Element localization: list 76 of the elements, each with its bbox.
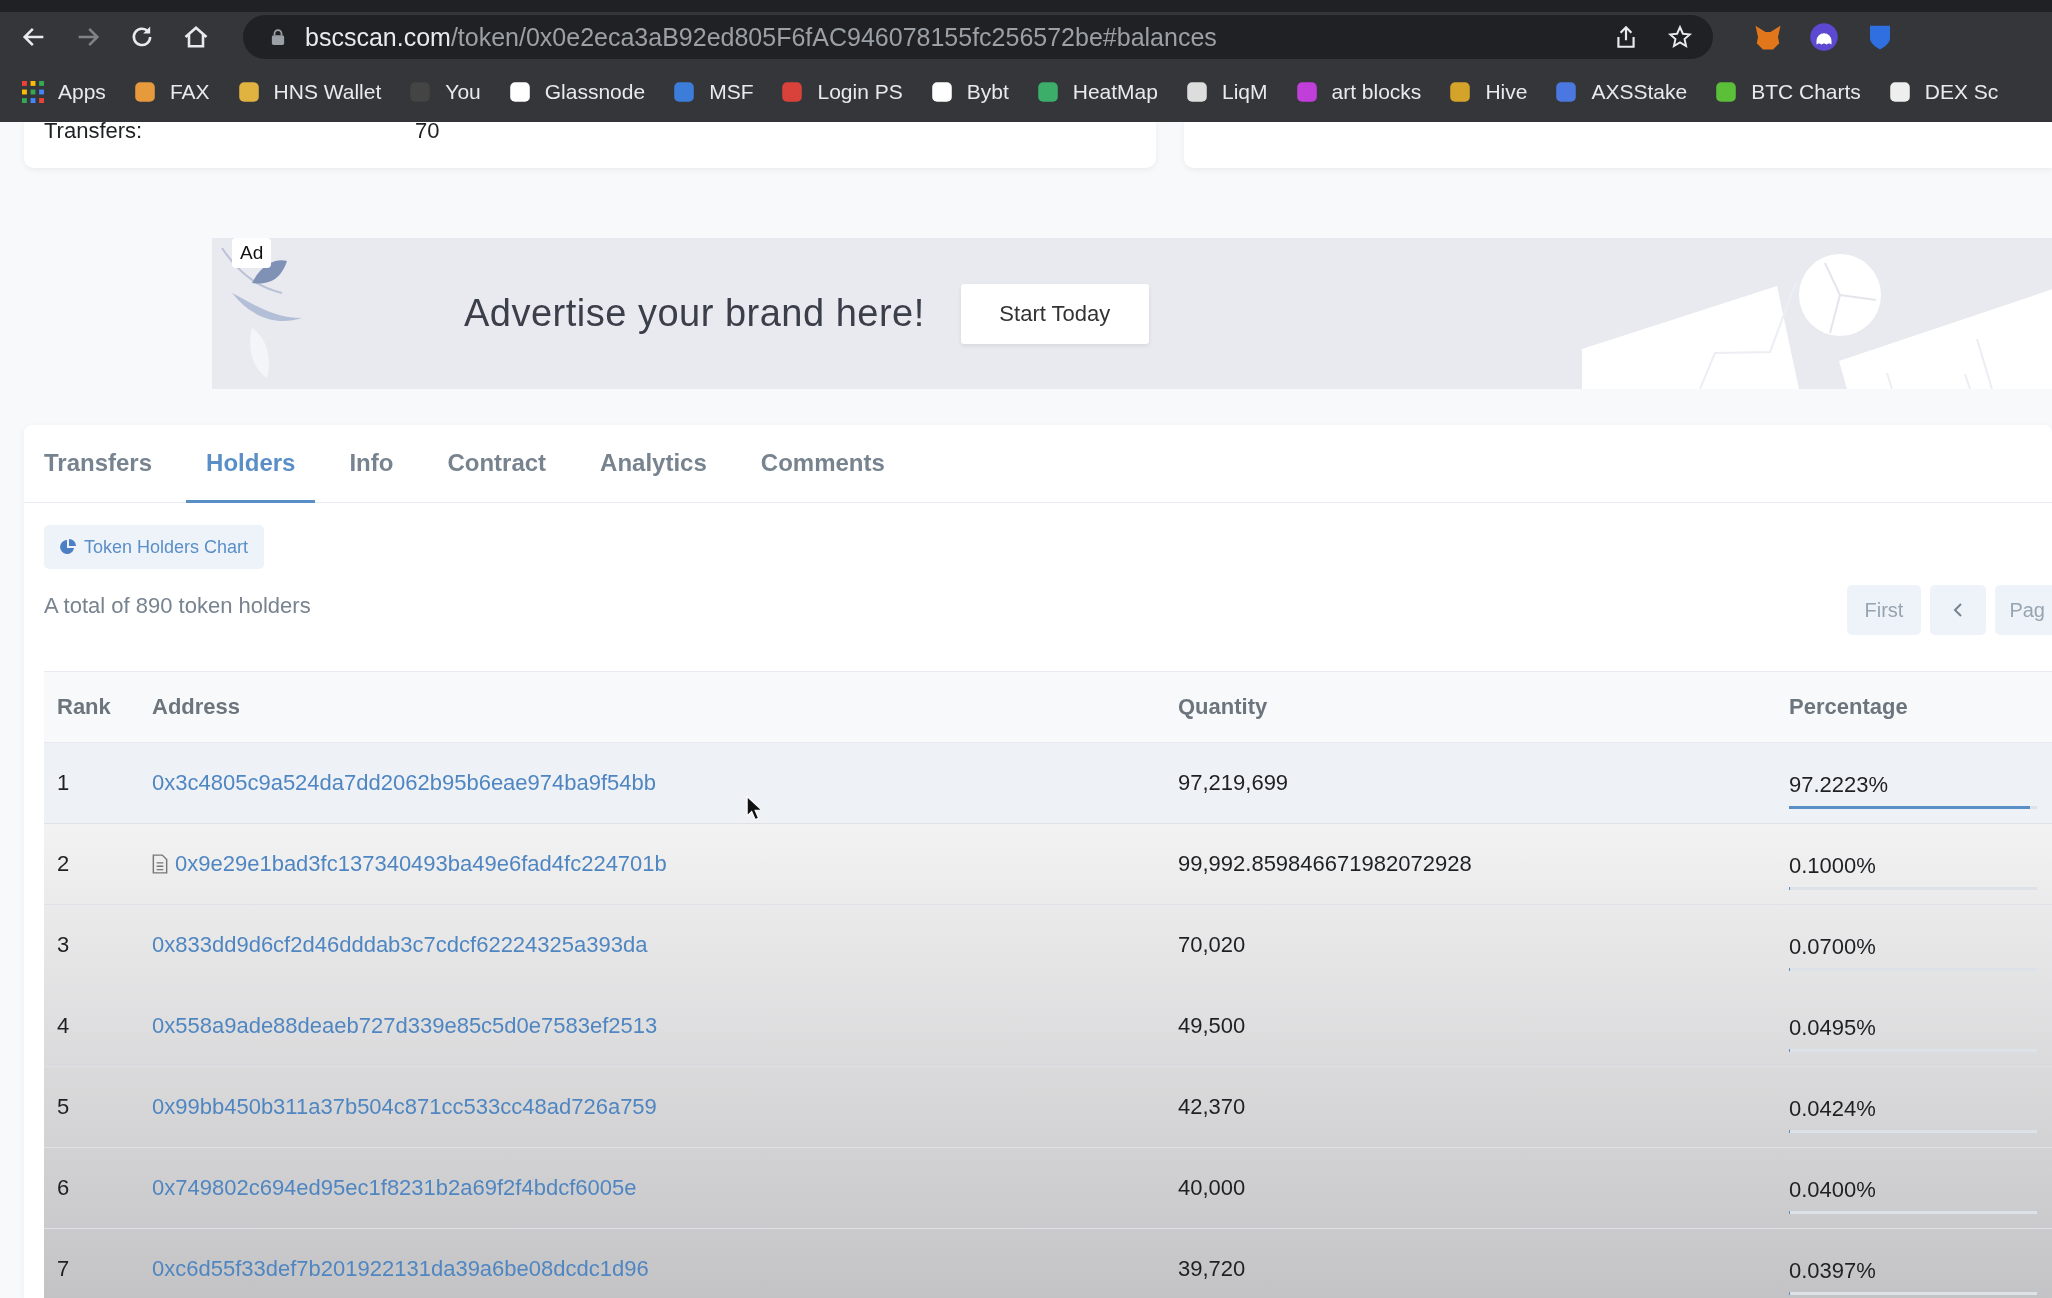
- bookmark[interactable]: You: [409, 80, 481, 104]
- address-bar[interactable]: bscscan.com/token/0x0e2eca3aB92ed805F6fAC946078155fc256572be#balances: [243, 15, 1713, 59]
- site-icon: [1036, 81, 1059, 103]
- column-header: Quantity: [1178, 694, 1269, 720]
- url-text: bscscan.com/token/0x0e2eca3aB92ed805F6fAC946078155fc256572be#balances: [305, 22, 1217, 52]
- percentage-cell: 0.1000%: [1789, 852, 1876, 879]
- tab[interactable]: Contract: [427, 425, 567, 503]
- bookmark[interactable]: FAX: [133, 80, 210, 104]
- site-icon: [508, 81, 531, 103]
- start-today-button[interactable]: Start Today: [960, 283, 1149, 344]
- percentage-cell: 0.0700%: [1789, 933, 1876, 960]
- lock-icon: [271, 28, 285, 46]
- site-icon: [237, 81, 260, 103]
- ad-banner[interactable]: Ad Advertise your brand here! Start Today: [212, 238, 2052, 389]
- bookmark[interactable]: Apps: [22, 80, 106, 104]
- bookmark[interactable]: HeatMap: [1036, 80, 1158, 104]
- document-icon: [152, 854, 168, 874]
- bookmark[interactable]: Hive: [1449, 80, 1528, 104]
- column-header: Percentage: [1789, 694, 1909, 720]
- rank-cell-text: 7: [56, 1256, 71, 1282]
- percentage-cell: 97.2223%: [1789, 771, 1889, 798]
- tab[interactable]: Comments: [740, 425, 905, 503]
- home-icon[interactable]: [182, 23, 210, 51]
- rank-cell-text: 5: [56, 1094, 71, 1120]
- percentage-cell: 0.0495%: [1789, 1014, 1876, 1041]
- quantity-cell-text: 97,219,699: [1178, 770, 1290, 796]
- chevron-left-icon: [1953, 602, 1964, 618]
- bookmark[interactable]: HNS Wallet: [237, 80, 382, 104]
- site-icon: [930, 81, 953, 103]
- site-icon: [1888, 81, 1911, 103]
- rank-cell-text: 3: [56, 932, 71, 958]
- summary-value: 70: [415, 122, 440, 140]
- star-icon[interactable]: [1667, 24, 1693, 50]
- quantity-cell-text: 49,500: [1178, 1013, 1247, 1039]
- rank-cell-text: 2: [56, 851, 71, 877]
- percentage-cell: 0.0397%: [1789, 1257, 1876, 1284]
- cursor-icon: [746, 795, 762, 821]
- tab[interactable]: Transfers: [24, 425, 173, 503]
- ad-badge: Ad: [232, 238, 272, 268]
- percentage-cell: 0.0400%: [1789, 1176, 1876, 1203]
- column-header: Rank: [56, 694, 112, 720]
- quantity-cell-text: 42,370: [1178, 1094, 1247, 1120]
- tab[interactable]: Analytics: [580, 425, 727, 503]
- pie-chart-icon: [60, 539, 76, 555]
- ad-headline: Advertise your brand here!: [464, 292, 925, 335]
- column-header: Address: [152, 694, 242, 720]
- site-icon: [1295, 81, 1318, 103]
- bookmark[interactable]: art blocks: [1295, 80, 1422, 104]
- bookmark[interactable]: MSF: [673, 80, 754, 104]
- site-icon: [673, 81, 696, 103]
- percentage-cell: 0.0424%: [1789, 1095, 1876, 1122]
- quantity-cell-text: 99,992.859846671982072928: [1178, 851, 1473, 877]
- site-icon: [1555, 81, 1578, 103]
- quantity-cell-text: 70,020: [1178, 932, 1247, 958]
- site-icon: [133, 81, 156, 103]
- tab[interactable]: Info: [329, 425, 414, 503]
- summary-label: Transfers:: [44, 122, 144, 140]
- bookmark[interactable]: Glassnode: [508, 80, 646, 104]
- rank-cell-text: 4: [56, 1013, 71, 1039]
- bookmark[interactable]: AXSStake: [1555, 80, 1688, 104]
- apps-grid-icon: [22, 81, 44, 103]
- site-icon: [1185, 81, 1208, 103]
- rank-cell-text: 6: [56, 1175, 71, 1201]
- site-icon: [781, 81, 804, 103]
- holders-total-text: A total of 890 token holders: [44, 593, 311, 619]
- quantity-cell-text: 39,720: [1178, 1256, 1247, 1282]
- bookmark[interactable]: Login PS: [781, 80, 903, 104]
- bookmark[interactable]: BTC Charts: [1715, 80, 1861, 104]
- ghost-icon[interactable]: [1809, 22, 1839, 52]
- bookmark[interactable]: Bybt: [930, 80, 1009, 104]
- rank-cell-text: 1: [56, 770, 71, 796]
- site-icon: [1715, 81, 1738, 103]
- site-icon: [1449, 81, 1472, 103]
- bookmark[interactable]: LiqM: [1185, 80, 1268, 104]
- bookmark[interactable]: DEX Sc: [1888, 80, 1999, 104]
- quantity-cell-text: 40,000: [1178, 1175, 1247, 1201]
